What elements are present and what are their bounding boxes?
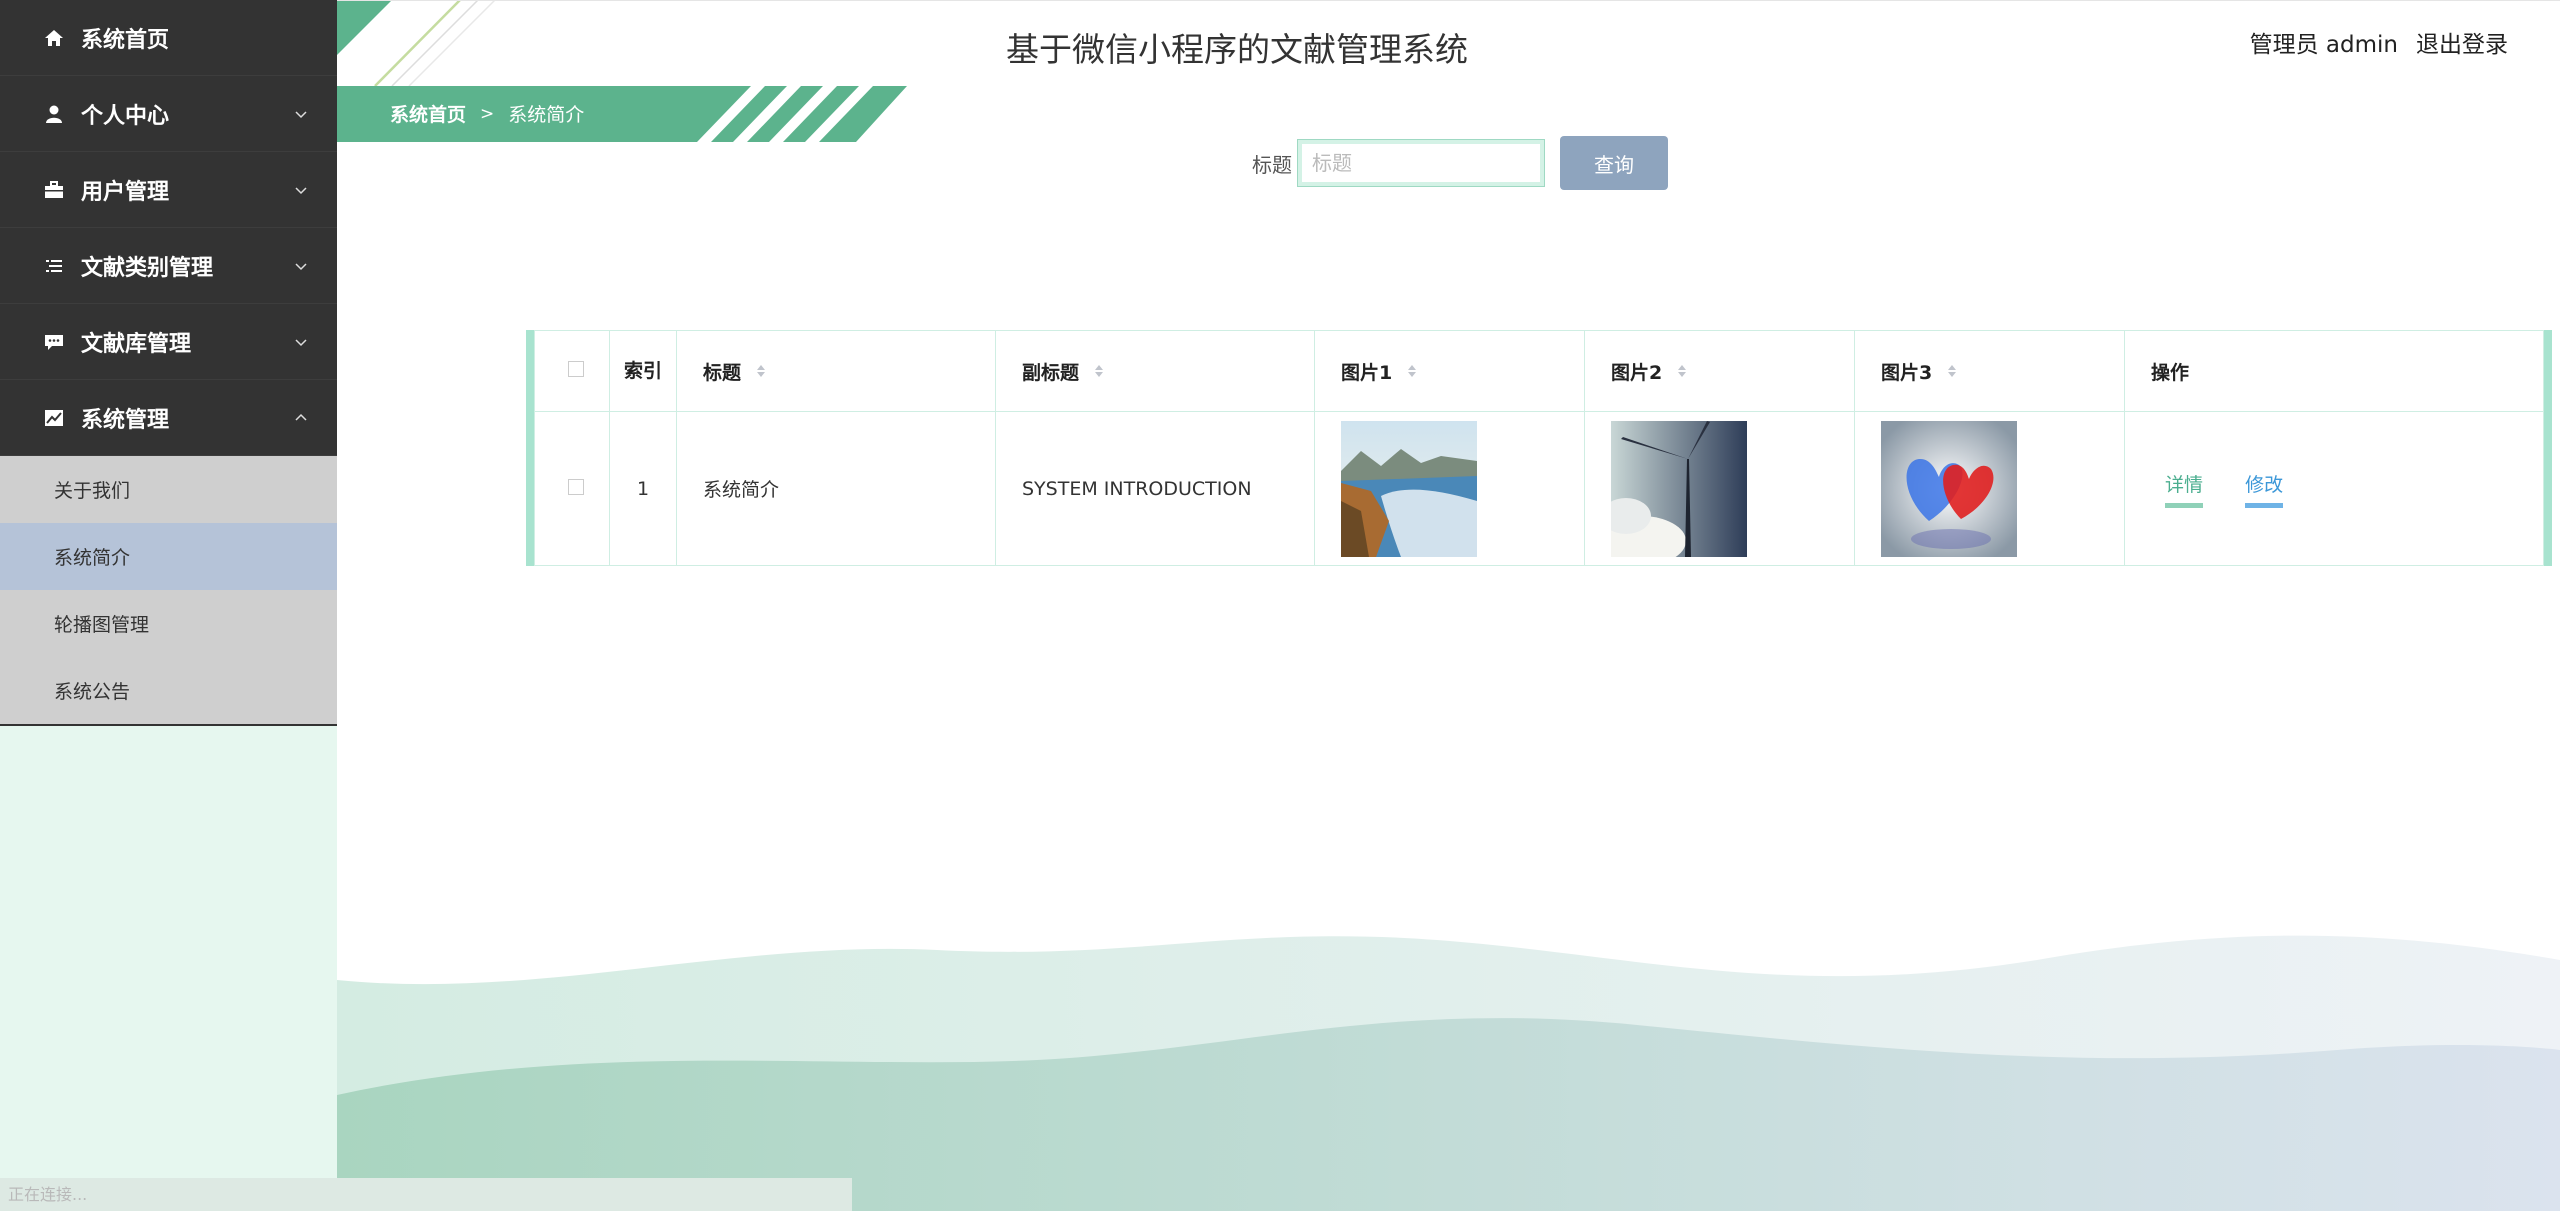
sidebar-item-system-management[interactable]: 系统管理 <box>0 380 337 456</box>
header-title[interactable]: 标题 <box>676 330 996 412</box>
submenu-item-carousel-management[interactable]: 轮播图管理 <box>0 590 337 657</box>
breadcrumb-separator: > <box>480 103 495 124</box>
main-area: 基于微信小程序的文献管理系统 管理员 admin 退出登录 系统首页 > 系统简… <box>337 0 2560 1211</box>
breadcrumb: 系统首页 > 系统简介 <box>390 100 584 127</box>
row-pic2-cell <box>1584 411 1855 566</box>
sidebar-item-category-management[interactable]: 文献类别管理 <box>0 228 337 304</box>
status-bar: 正在连接... <box>0 1178 852 1211</box>
coast-photo[interactable] <box>1341 420 1477 557</box>
sidebar-item-library-management[interactable]: 文献库管理 <box>0 304 337 380</box>
chart-icon <box>44 408 64 428</box>
sidebar-item-label: 用户管理 <box>81 179 170 205</box>
search-label: 标题 <box>1252 152 1292 177</box>
hearts-photo[interactable] <box>1881 420 2017 557</box>
header-subtitle[interactable]: 副标题 <box>995 330 1315 412</box>
sidebar-item-label: 个人中心 <box>81 103 170 129</box>
sidebar-item-label: 文献库管理 <box>81 331 192 357</box>
row-subtitle: SYSTEM INTRODUCTION <box>995 411 1315 566</box>
wind-turbine-photo[interactable] <box>1611 420 1747 557</box>
chevron-down-icon[interactable] <box>293 258 309 274</box>
data-table: 索引 标题 副标题 图片1 图片2 图片3 操作 1 系统简介 SYSTEM I… <box>526 330 2552 566</box>
row-actions: 详情 修改 <box>2124 411 2544 566</box>
select-all-checkbox[interactable] <box>568 361 584 377</box>
admin-label: 管理员 admin <box>2249 32 2398 58</box>
wave-decoration <box>337 935 2560 1211</box>
sidebar-item-home[interactable]: 系统首页 <box>0 0 337 76</box>
table-header-row: 索引 标题 副标题 图片1 图片2 图片3 操作 <box>534 330 2544 412</box>
user-info: 管理员 admin 退出登录 <box>2250 25 2508 59</box>
chevron-down-icon[interactable] <box>293 334 309 350</box>
sort-icon[interactable] <box>1677 362 1687 384</box>
home-icon <box>44 28 64 48</box>
sidebar-item-user-management[interactable]: 用户管理 <box>0 152 337 228</box>
breadcrumb-home[interactable]: 系统首页 <box>390 100 466 127</box>
search-input[interactable] <box>1297 139 1545 187</box>
submenu-item-system-notice[interactable]: 系统公告 <box>0 657 337 724</box>
breadcrumb-current: 系统简介 <box>508 104 585 126</box>
chevron-down-icon[interactable] <box>293 106 309 122</box>
user-icon <box>44 104 64 124</box>
chevron-down-icon[interactable] <box>293 182 309 198</box>
row-checkbox-cell <box>534 411 610 566</box>
header-actions: 操作 <box>2124 330 2544 412</box>
detail-link[interactable]: 详情 <box>2165 470 2204 508</box>
sort-icon[interactable] <box>1407 362 1417 384</box>
row-index: 1 <box>609 411 677 566</box>
sidebar-item-personal-center[interactable]: 个人中心 <box>0 76 337 152</box>
list-icon <box>44 256 64 276</box>
submenu-item-about-us[interactable]: 关于我们 <box>0 456 337 523</box>
sidebar-item-label: 系统管理 <box>81 407 170 433</box>
chevron-up-icon[interactable] <box>293 410 309 426</box>
submenu-item-system-intro[interactable]: 系统简介 <box>0 523 337 590</box>
header-index: 索引 <box>609 330 677 412</box>
header-pic2[interactable]: 图片2 <box>1584 330 1855 412</box>
sidebar-item-label: 系统首页 <box>81 27 170 53</box>
app-title: 基于微信小程序的文献管理系统 <box>1006 30 1468 69</box>
row-pic1-cell <box>1314 411 1585 566</box>
header-pic3[interactable]: 图片3 <box>1854 330 2125 412</box>
header-pic1[interactable]: 图片1 <box>1314 330 1585 412</box>
sort-icon[interactable] <box>1947 362 1957 384</box>
table-row: 1 系统简介 SYSTEM INTRODUCTION 详情 修改 <box>534 411 2544 566</box>
sort-icon[interactable] <box>1094 362 1104 384</box>
search-button[interactable]: 查询 <box>1560 136 1668 190</box>
row-pic3-cell <box>1854 411 2125 566</box>
search-form: 标题 查询 <box>1252 136 1668 190</box>
sidebar: 系统首页 个人中心 用户管理 文献类别管理 文献库管理 系统管理 关于我们 系统… <box>0 0 337 1211</box>
row-title: 系统简介 <box>676 411 996 566</box>
logout-link[interactable]: 退出登录 <box>2416 25 2508 59</box>
row-checkbox[interactable] <box>568 478 584 495</box>
submenu-system-management: 关于我们 系统简介 轮播图管理 系统公告 <box>0 456 337 726</box>
sort-icon[interactable] <box>756 362 766 384</box>
sidebar-item-label: 文献类别管理 <box>81 255 214 281</box>
chat-icon <box>44 332 64 352</box>
header-checkbox-cell <box>534 330 610 412</box>
topbar: 基于微信小程序的文献管理系统 管理员 admin 退出登录 <box>337 0 2560 86</box>
briefcase-icon <box>44 180 64 200</box>
edit-link[interactable]: 修改 <box>2245 470 2284 508</box>
